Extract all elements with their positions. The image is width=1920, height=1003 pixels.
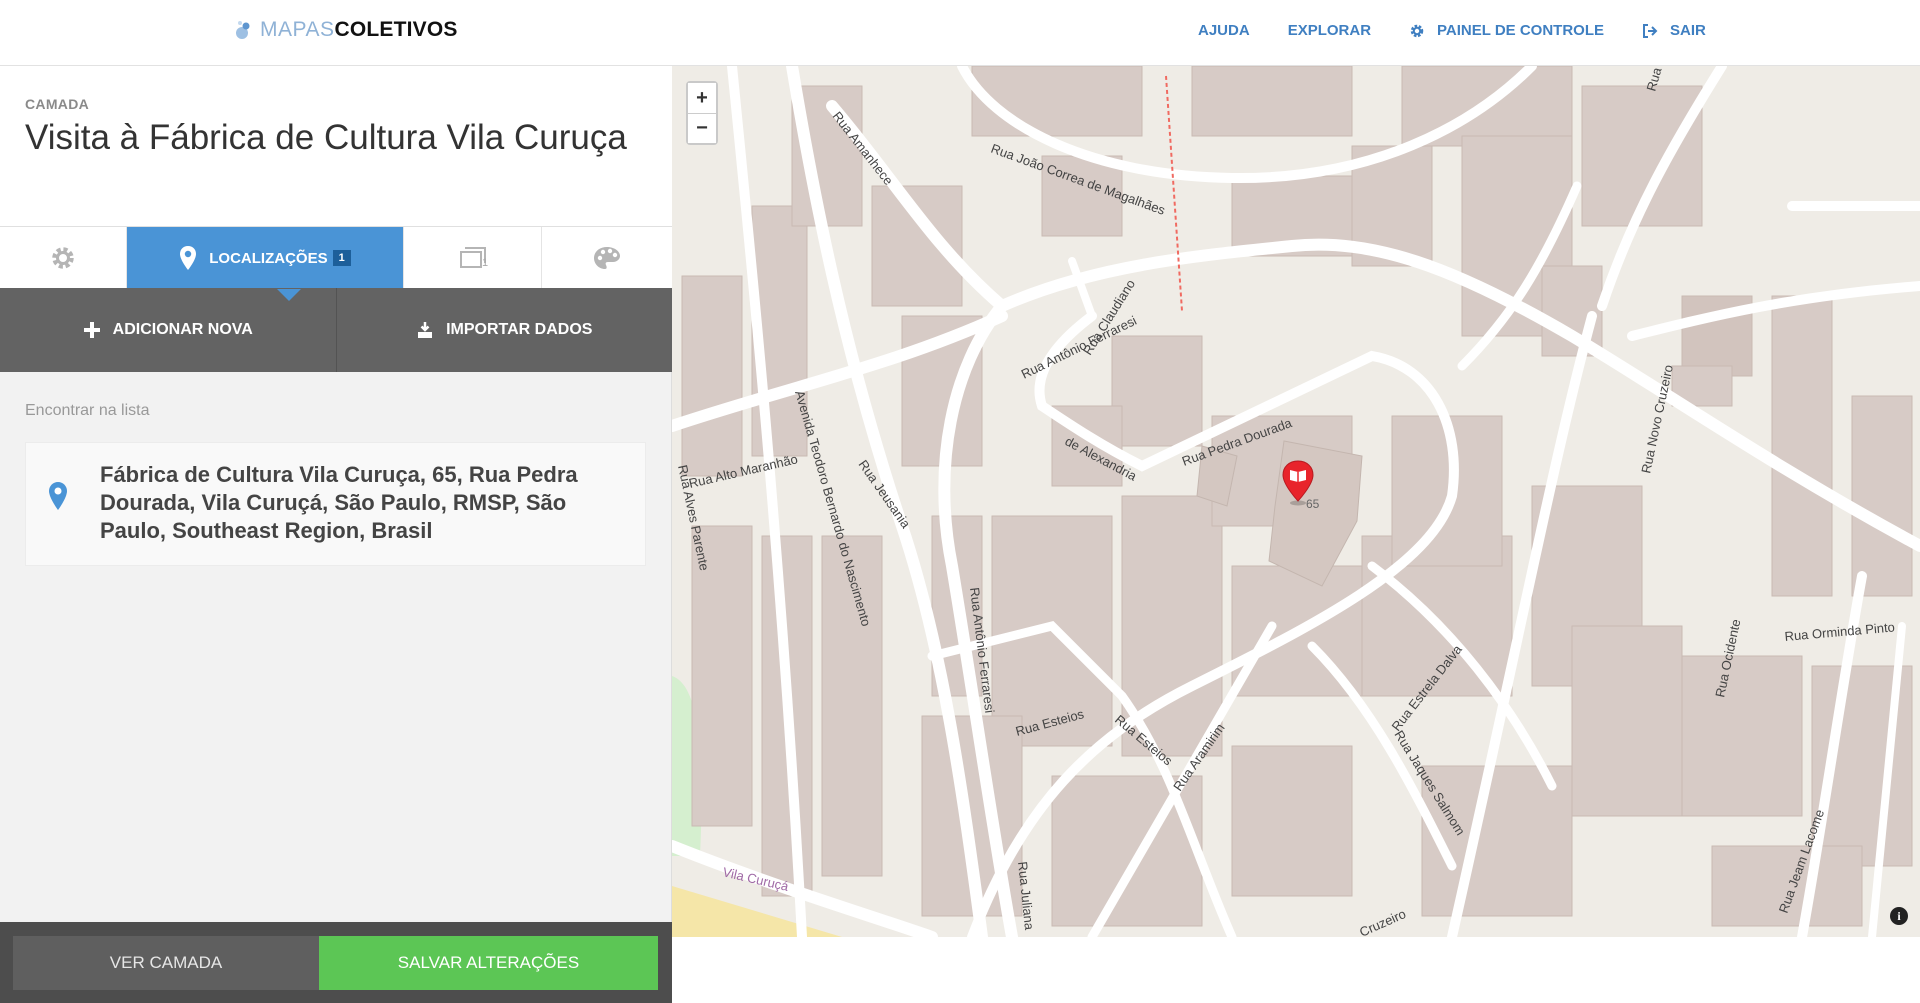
import-data-button[interactable]: IMPORTAR DADOS: [335, 288, 673, 372]
gear-icon: [52, 247, 74, 269]
tab-settings[interactable]: [0, 227, 127, 289]
import-data-label: IMPORTAR DADOS: [446, 321, 593, 338]
import-icon: [418, 322, 433, 338]
location-list-item[interactable]: Fábrica de Cultura Vila Curuça, 65, Rua …: [25, 442, 646, 566]
add-location-label: ADICIONAR NOVA: [112, 321, 253, 338]
nav-dashboard-label: PAINEL DE CONTROLE: [1437, 22, 1604, 39]
layer-tabs: LOCALIZAÇÕES 1 1: [0, 226, 672, 301]
save-changes-button[interactable]: SALVAR ALTERAÇÕES: [319, 936, 658, 990]
sidebar-footer: VER CAMADA SALVAR ALTERAÇÕES: [0, 922, 672, 1003]
map-pin-icon: [49, 482, 67, 510]
zoom-in-button[interactable]: +: [688, 83, 716, 113]
logo-text-light: MAPAS: [260, 18, 335, 41]
layer-sidebar: CAMADA Visita à Fábrica de Cultura Vila …: [0, 66, 672, 1003]
nav-logout-label: SAIR: [1670, 22, 1706, 39]
nav-logout-link[interactable]: SAIR: [1642, 22, 1706, 39]
map-pin-icon: [180, 246, 197, 270]
tab-locations-count: 1: [332, 250, 351, 266]
logo-icon: [236, 21, 250, 39]
find-in-list-input[interactable]: [25, 396, 625, 426]
logout-icon: [1643, 23, 1658, 38]
nav-help-link[interactable]: AJUDA: [1198, 22, 1250, 39]
nav-explore-label: EXPLORAR: [1287, 22, 1372, 39]
zoom-out-button[interactable]: −: [688, 113, 716, 143]
action-bar: ADICIONAR NOVA IMPORTAR DADOS: [0, 288, 672, 372]
nav-help-label: AJUDA: [1198, 22, 1250, 39]
layer-kicker: CAMADA: [25, 96, 90, 112]
tab-content-count: 1: [482, 257, 489, 269]
zoom-control: + −: [686, 81, 718, 145]
logo-text-bold: COLETIVOS: [334, 18, 458, 41]
layer-header: CAMADA Visita à Fábrica de Cultura Vila …: [0, 66, 672, 226]
tab-content[interactable]: 1: [404, 227, 542, 289]
tab-locations-label: LOCALIZAÇÕES: [209, 249, 328, 267]
location-address: Fábrica de Cultura Vila Curuça, 65, Rua …: [100, 462, 578, 543]
tab-locations[interactable]: LOCALIZAÇÕES 1: [127, 227, 404, 301]
layer-title: Visita à Fábrica de Cultura Vila Curuça: [25, 118, 627, 157]
view-layer-button[interactable]: VER CAMADA: [13, 936, 319, 990]
palette-icon: [594, 247, 620, 269]
nav-explore-link[interactable]: EXPLORAR: [1288, 22, 1371, 39]
plus-icon: [83, 322, 100, 338]
nav-dashboard-link[interactable]: PAINEL DE CONTROLE: [1409, 22, 1604, 39]
marker-house-number: 65: [1306, 497, 1320, 511]
tab-style[interactable]: [542, 227, 672, 289]
info-icon[interactable]: i: [1890, 907, 1908, 925]
gear-icon: [1410, 24, 1424, 37]
main-nav: AJUDA EXPLORAR PAINEL DE CONTROLE SAIR: [1198, 22, 1744, 39]
map-view[interactable]: Rua Amanhece Rua João Correa de Magalhãe…: [672, 66, 1920, 937]
logo[interactable]: MAPAS COLETIVOS: [234, 18, 458, 42]
top-header: MAPAS COLETIVOS AJUDA EXPLORAR PAINEL DE…: [0, 0, 1920, 66]
